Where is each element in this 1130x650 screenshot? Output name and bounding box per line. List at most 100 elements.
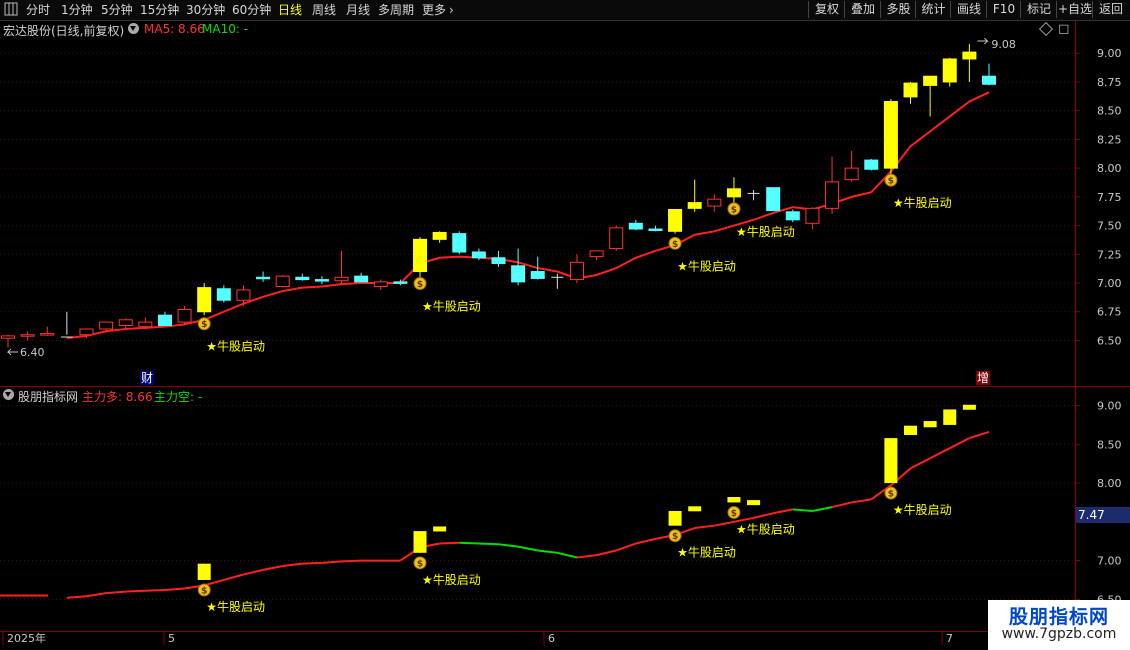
candle-body — [648, 228, 663, 232]
toolbar-button-5[interactable]: F10 — [986, 1, 1021, 18]
candle-body — [314, 279, 329, 282]
indicator-segment-26 — [576, 554, 597, 559]
indicator-segment-0 — [66, 595, 87, 599]
main-tick-label-6: 7.50 — [1097, 220, 1122, 233]
tab-9[interactable]: 多周期 — [378, 2, 414, 18]
tab-4[interactable]: 30分钟 — [186, 2, 225, 18]
indicator-segment-32 — [694, 524, 715, 530]
grid-icon-svg — [4, 2, 18, 16]
toolbar-button-2[interactable]: 多股 — [880, 1, 916, 18]
indicator-segment-13 — [321, 560, 342, 564]
indicator-signal-label-2: ★牛股启动 — [677, 545, 736, 560]
toolbar-button-3[interactable]: 统计 — [915, 1, 951, 18]
ma5-label: MA5: 8.66 — [144, 22, 205, 36]
indicator-bar-4 — [688, 506, 702, 512]
tab-1[interactable]: 1分钟 — [61, 2, 93, 18]
chevron-right-icon[interactable]: › — [449, 2, 454, 18]
indicator-bar-3 — [668, 510, 682, 526]
candle-body — [452, 233, 467, 253]
candle-46 — [903, 81, 918, 104]
candle-body — [471, 251, 486, 259]
indicator-segment-23 — [517, 545, 538, 552]
indicator-segment-12 — [302, 561, 322, 565]
candle-18 — [354, 272, 369, 283]
indicator-segment-29 — [635, 537, 656, 545]
main-tick-label-7: 7.25 — [1097, 248, 1122, 261]
watermark-title: 股朋指标网 — [1008, 606, 1109, 628]
tab-7[interactable]: 周线 — [312, 2, 336, 18]
ma10-label: MA10: - — [202, 22, 249, 36]
increase-event-badge[interactable]: 增 — [976, 371, 991, 385]
indicator-segment-36 — [772, 508, 793, 515]
toolbar-button-1[interactable]: 叠加 — [844, 1, 881, 18]
toolbar-button-7[interactable]: +自选 — [1056, 1, 1093, 18]
indicator-dropdown-icon[interactable] — [3, 389, 14, 400]
candle-body — [825, 181, 840, 209]
candle-body — [707, 198, 722, 207]
grid-icon[interactable] — [4, 1, 18, 17]
indicator-bar-6 — [747, 500, 761, 506]
candle-13 — [256, 271, 271, 282]
toolbar-button-0[interactable]: 复权 — [808, 1, 845, 18]
candlestick-series[interactable] — [1, 44, 996, 348]
maximize-icon[interactable]: ◻ — [1058, 22, 1070, 36]
money-bag-glyph: $ — [731, 205, 737, 215]
candle-body — [511, 265, 526, 283]
indicator-signal-label-4: ★牛股启动 — [893, 502, 952, 517]
indicator-bar-5 — [727, 497, 741, 503]
indicator-segment-37 — [792, 508, 813, 512]
main-signal-label-0: ★牛股启动 — [206, 339, 265, 354]
candle-40 — [785, 209, 800, 223]
candle-44 — [864, 158, 879, 171]
candle-36 — [707, 194, 722, 212]
indicator-segment-11 — [282, 562, 303, 567]
main-dropdown-icon[interactable] — [128, 23, 139, 34]
candle-body — [354, 275, 369, 283]
candle-body — [962, 51, 977, 60]
period-toolbar: 分时 1分钟 5分钟 15分钟 30分钟 60分钟 日线 周线 月线 多周期 更多 › 复权 叠加 多股统… — [0, 0, 1130, 21]
toolbar-button-6[interactable]: 标记 — [1020, 1, 1057, 18]
finance-event-badge[interactable]: 财 — [140, 371, 155, 385]
watermark: 股朋指标网 www.7gpzb.com — [988, 600, 1130, 650]
indicator-segment-46 — [969, 430, 990, 440]
money-bag-glyph: $ — [731, 509, 737, 519]
main-title: 宏达股份(日线,前复权) — [3, 24, 125, 38]
toolbar-button-8[interactable]: 返回 — [1092, 1, 1129, 18]
candle-body — [432, 231, 447, 240]
main-money-bag-0: $ — [197, 317, 211, 331]
main-tick-label-1: 8.75 — [1097, 76, 1122, 89]
candle-body — [20, 334, 35, 337]
chart-canvas[interactable]: 9.00 8.75 8.50 8.25 8.00 7.75 7.50 7.25 7.00 6.75… — [0, 0, 1130, 650]
indicator-tick-label-3: 7.00 — [1097, 555, 1122, 568]
money-bag-glyph: $ — [201, 586, 207, 596]
tab-10[interactable]: 更多 — [422, 2, 446, 18]
tab-2[interactable]: 5分钟 — [101, 2, 133, 18]
main-tick-label-2: 8.50 — [1097, 105, 1122, 118]
main-tick-label-4: 8.00 — [1097, 162, 1122, 175]
bear-label: 主力空: - — [154, 390, 203, 404]
main-money-bag-2: $ — [668, 236, 682, 250]
candle-47 — [923, 75, 938, 117]
indicator-segment-21 — [478, 542, 499, 546]
candle-body — [883, 100, 898, 169]
indicator-segment-43 — [910, 457, 931, 470]
low-arrow-icon — [6, 348, 18, 356]
candle-body — [334, 276, 349, 282]
current-value-tag: 7.47 — [1076, 507, 1130, 523]
main-tick-label-0: 9.00 — [1097, 47, 1122, 60]
candle-body — [923, 75, 938, 86]
candle-body — [138, 321, 153, 328]
candle-6 — [118, 318, 133, 329]
tab-3[interactable]: 15分钟 — [140, 2, 179, 18]
main-tick-label-8: 7.00 — [1097, 277, 1122, 290]
toolbar-button-4[interactable]: 画线 — [950, 1, 987, 18]
tab-8[interactable]: 月线 — [346, 2, 370, 18]
candle-body — [99, 321, 114, 330]
tab-5[interactable]: 60分钟 — [232, 2, 271, 18]
tab-6[interactable]: 日线 — [278, 2, 302, 18]
candle-43 — [844, 150, 859, 182]
main-money-bag-3: $ — [727, 202, 741, 216]
candle-28 — [551, 273, 564, 289]
tab-0[interactable]: 分时 — [26, 2, 50, 18]
candle-22 — [432, 231, 447, 243]
